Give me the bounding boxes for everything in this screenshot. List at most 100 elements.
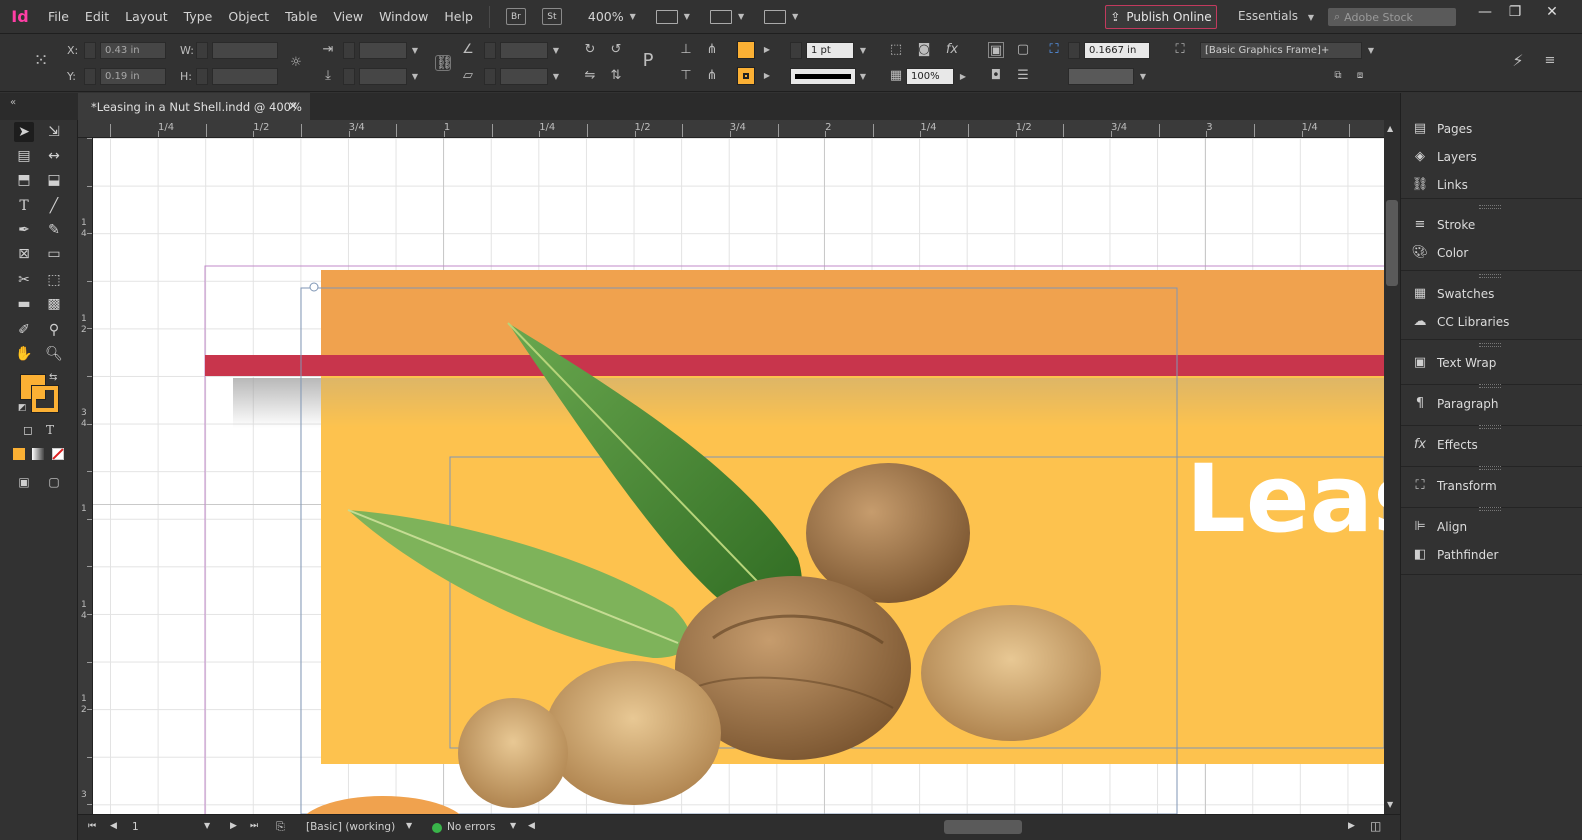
document-tab[interactable]: *Leasing in a Nut Shell.indd @ 400% ✕	[78, 93, 310, 120]
panel-swatches[interactable]: ▦ Swatches	[1411, 284, 1494, 304]
y-field[interactable]: 0.19 in	[100, 68, 166, 85]
select-container-icon[interactable]: ⊥	[678, 42, 694, 58]
opacity-field[interactable]: 100%	[906, 68, 954, 85]
menu-file[interactable]: File	[40, 0, 77, 34]
panel-pages[interactable]: ▤ Pages	[1411, 119, 1472, 139]
shear-stepper[interactable]	[484, 68, 496, 85]
document-canvas[interactable]: Leas	[93, 138, 1384, 814]
quick-apply-icon[interactable]: ⚡	[1510, 53, 1526, 69]
panel-effects[interactable]: fx Effects	[1411, 435, 1478, 455]
constrain-proportions-icon[interactable]: ☼	[288, 55, 304, 71]
chevron-down-icon[interactable]: ▼	[549, 68, 563, 85]
play-icon[interactable]: ▶	[760, 41, 774, 58]
pencil-tool-icon[interactable]: ✎	[44, 220, 64, 240]
menu-layout[interactable]: Layout	[117, 0, 176, 34]
flip-vertical-icon[interactable]: ⇅	[608, 68, 624, 84]
apply-color-icon[interactable]	[13, 448, 25, 460]
panel-grip[interactable]	[1479, 343, 1501, 347]
preview-mode-icon[interactable]: ▢	[44, 472, 64, 492]
minimize-icon[interactable]: —	[1470, 4, 1500, 22]
panel-stroke[interactable]: ≡ Stroke	[1411, 215, 1476, 235]
panel-grip[interactable]	[1479, 507, 1501, 511]
scroll-up-icon[interactable]: ▲	[1387, 124, 1393, 133]
chevron-down-icon[interactable]: ▼	[738, 12, 744, 21]
menu-edit[interactable]: Edit	[77, 0, 117, 34]
page-tool-icon[interactable]: ▤	[14, 146, 34, 166]
fill-swatch[interactable]	[737, 41, 755, 59]
page-number-field[interactable]: 1	[132, 821, 139, 833]
content-collector-icon[interactable]: ⬒	[14, 170, 34, 190]
stroke-color-swatch[interactable]	[31, 385, 59, 413]
line-tool-icon[interactable]: ╱	[44, 196, 64, 216]
chevron-down-icon[interactable]: ▼	[630, 12, 636, 21]
preflight-status[interactable]: No errors	[447, 821, 496, 833]
stroke-weight-stepper[interactable]	[790, 42, 802, 59]
split-window-icon[interactable]: ◫	[1370, 819, 1381, 833]
panel-links[interactable]: ⛓ Links	[1411, 175, 1468, 195]
drop-shadow-icon[interactable]: ◙	[916, 42, 932, 58]
select-previous-icon[interactable]: ⊤	[678, 68, 694, 84]
content-placer-icon[interactable]: ⬓	[44, 170, 64, 190]
normal-view-icon[interactable]: ▣	[14, 472, 34, 492]
stroke-weight-field[interactable]: 1 pt	[806, 42, 854, 59]
menu-table[interactable]: Table	[277, 0, 325, 34]
collapse-left-icon[interactable]: «	[10, 97, 16, 108]
offset-field[interactable]: 0.1667 in	[1084, 42, 1150, 59]
text-wrap-bbox-icon[interactable]: ☰	[1015, 68, 1031, 84]
page-style-select[interactable]: [Basic] (working)	[306, 821, 395, 833]
chevron-down-icon[interactable]: ▼	[406, 821, 412, 830]
screen-mode-icon[interactable]	[655, 9, 678, 24]
rotate-field[interactable]	[500, 42, 548, 59]
panel-layers[interactable]: ◈ Layers	[1411, 147, 1477, 167]
headline-text[interactable]: Leas	[1186, 453, 1384, 547]
last-page-icon[interactable]: ⏭	[250, 821, 258, 831]
rotate-stepper[interactable]	[484, 42, 496, 59]
play-icon[interactable]: ▶	[760, 67, 774, 84]
panel-grip[interactable]	[1479, 466, 1501, 470]
swap-colors-icon[interactable]: ⇆	[49, 372, 57, 383]
panel-text-wrap[interactable]: ▣ Text Wrap	[1411, 353, 1496, 373]
panel-grip[interactable]	[1479, 384, 1501, 388]
previous-page-icon[interactable]: ◀	[110, 821, 117, 831]
vertical-scrollbar[interactable]: ▲ ▼	[1384, 120, 1400, 814]
adobe-stock-search[interactable]: ⌕ Adobe Stock	[1328, 8, 1456, 26]
horizontal-scroll-thumb[interactable]	[944, 820, 1022, 834]
menu-object[interactable]: Object	[220, 0, 277, 34]
y-stepper[interactable]	[84, 68, 96, 85]
flip-horizontal-icon[interactable]: ⇋	[582, 68, 598, 84]
shear-field[interactable]	[500, 68, 548, 85]
stroke-inside-icon[interactable]: ▣	[988, 42, 1004, 58]
scale-x-stepper[interactable]	[343, 42, 355, 59]
h-field[interactable]	[212, 68, 278, 85]
panel-align[interactable]: ⊫ Align	[1411, 517, 1467, 537]
menu-view[interactable]: View	[325, 0, 371, 34]
stock-button[interactable]: St	[541, 8, 562, 25]
scroll-right-icon[interactable]: ▶	[1348, 821, 1355, 831]
default-colors-icon[interactable]: ◩	[18, 403, 27, 413]
horizontal-ruler[interactable]: 1/4 1/2 3/4 1 1/4 1/2 3/4 2 1/4 1/2 3/4 3 1/4	[78, 120, 1384, 138]
apply-gradient-icon[interactable]	[32, 448, 44, 460]
stroke-type-select[interactable]	[790, 68, 856, 85]
menu-type[interactable]: Type	[176, 0, 221, 34]
rotate-ccw-icon[interactable]: ↺	[608, 42, 624, 58]
play-icon[interactable]: ▶	[956, 68, 970, 85]
corner-shape-select[interactable]	[1068, 68, 1134, 85]
scale-y-stepper[interactable]	[343, 68, 355, 85]
vertical-ruler[interactable]: 1 4 1 2 3 4 1 1 4 1 2 3	[78, 138, 93, 814]
note-tool-icon[interactable]: ✐	[14, 320, 34, 340]
chevron-down-icon[interactable]: ▼	[549, 42, 563, 59]
x-field[interactable]: 0.43 in	[100, 42, 166, 59]
scissors-tool-icon[interactable]: ✂	[14, 270, 34, 290]
scale-y-field[interactable]	[359, 68, 407, 85]
bridge-button[interactable]: Br	[505, 8, 526, 25]
chevron-down-icon[interactable]: ▼	[684, 12, 690, 21]
rectangle-frame-tool-icon[interactable]: ⊠	[14, 244, 34, 264]
gap-tool-icon[interactable]: ↔	[44, 146, 64, 166]
chevron-down-icon[interactable]: ▼	[1136, 68, 1150, 85]
select-next-icon[interactable]: ⋔	[704, 68, 720, 84]
frame-fitting-icon[interactable]: ⬚	[888, 42, 904, 58]
panel-paragraph[interactable]: ¶ Paragraph	[1411, 394, 1499, 414]
w-field[interactable]	[212, 42, 278, 59]
close-icon[interactable]: ✕	[288, 99, 298, 113]
first-page-icon[interactable]: ⏮	[88, 821, 96, 831]
